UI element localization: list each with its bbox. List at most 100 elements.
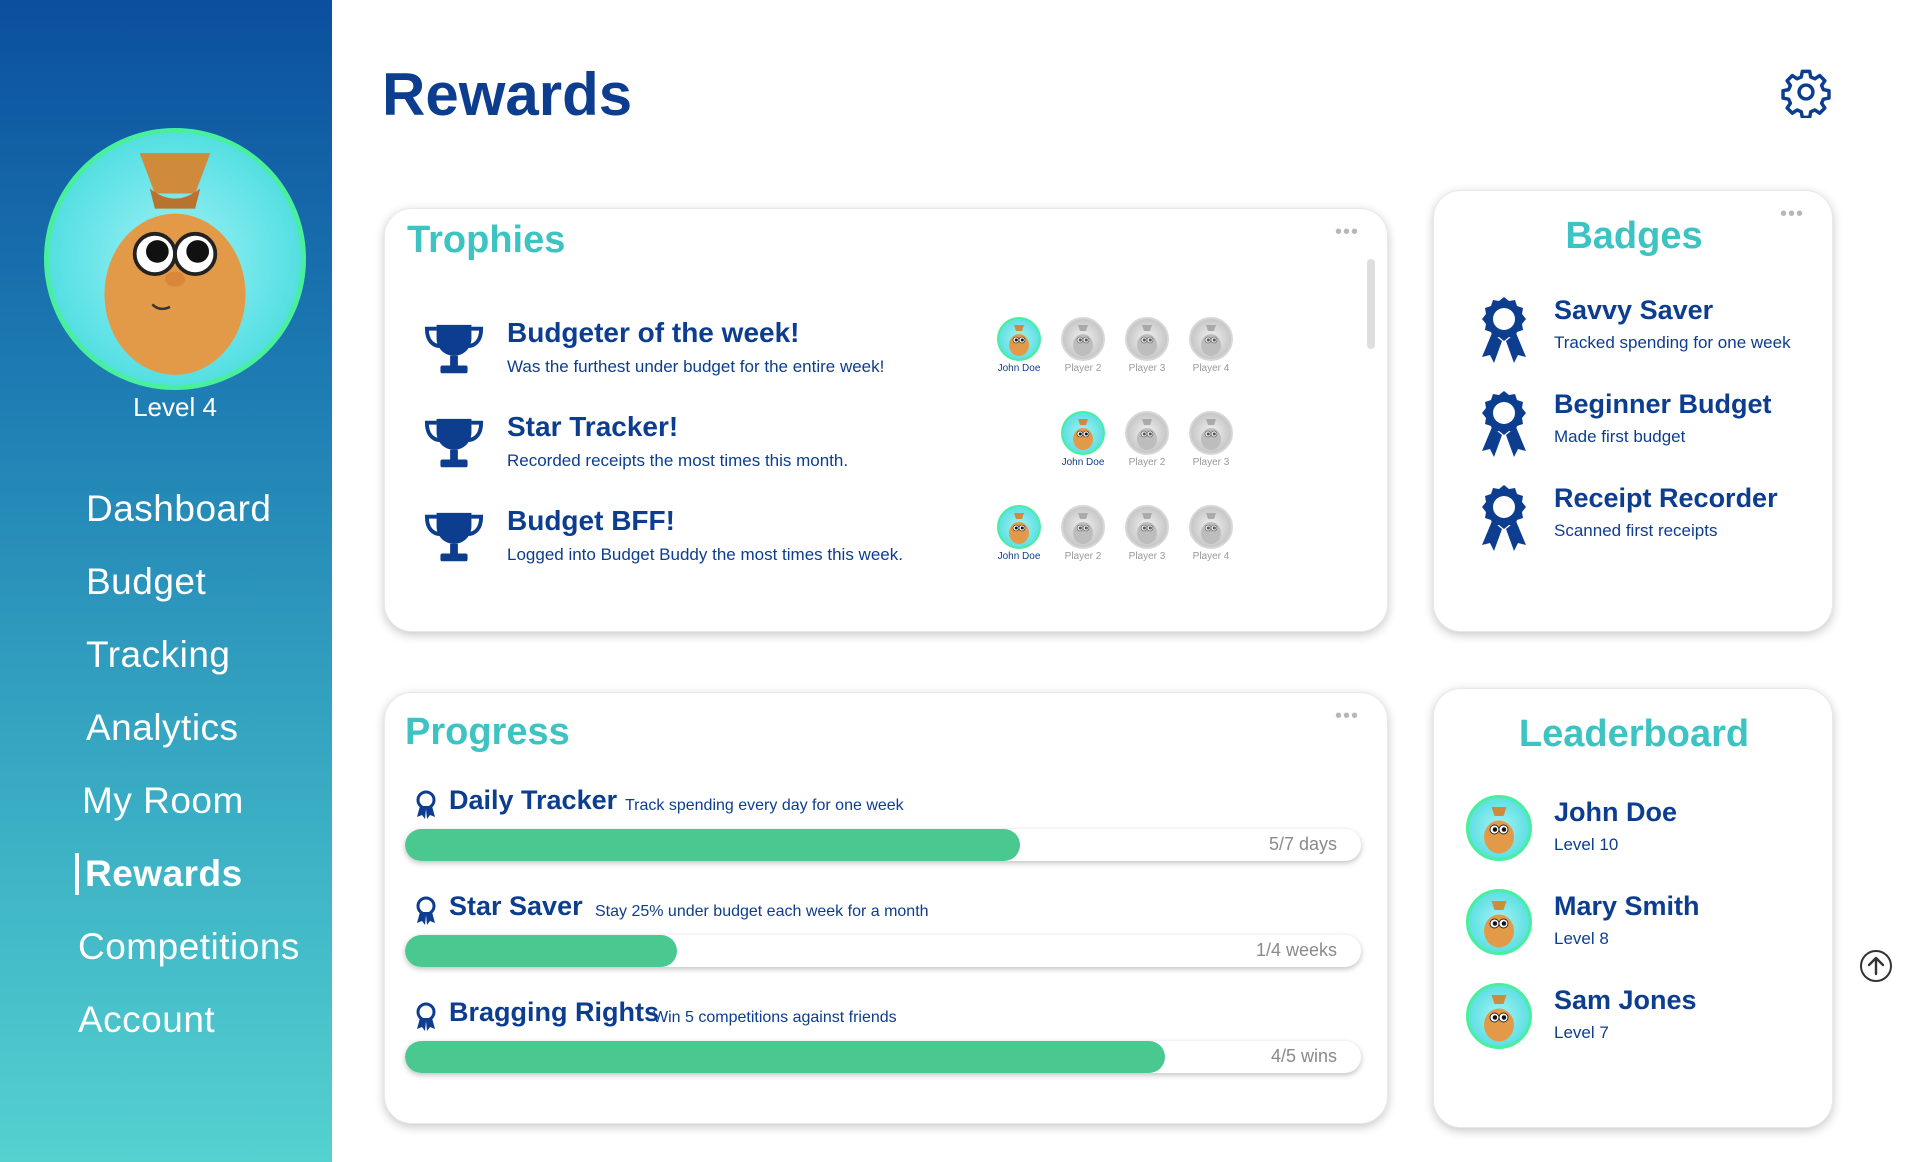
leaderboard-title: Leaderboard <box>1518 713 1750 755</box>
player-avatar[interactable]: Player 4 <box>1189 317 1233 374</box>
ribbon-icon <box>416 896 436 925</box>
mascot-icon <box>1484 807 1514 854</box>
nav-item-dashboard[interactable]: Dashboard <box>86 488 272 530</box>
badge-name: Receipt Recorder <box>1554 483 1778 513</box>
nav-item-tracking[interactable]: Tracking <box>86 634 231 676</box>
nav-item-competitions[interactable]: Competitions <box>78 926 300 968</box>
nav-item-account[interactable]: Account <box>78 999 215 1041</box>
mascot-icon <box>1073 419 1093 450</box>
trophy-name: Budget BFF! <box>507 505 675 536</box>
player-avatar[interactable]: Player 3 <box>1189 411 1233 468</box>
mascot-icon <box>1009 325 1029 356</box>
player-avatar[interactable]: John Doe <box>1061 411 1105 468</box>
progress-bar-fill <box>405 829 1020 861</box>
progress-bar: 4/5 wins <box>405 1041 1361 1073</box>
badge-description: Made first budget <box>1554 427 1686 446</box>
leaderboard-row[interactable]: Sam Jones Level 7 <box>1466 983 1806 1053</box>
ribbon-badge-icon <box>1482 485 1526 551</box>
progress-bar-fill <box>405 1041 1166 1073</box>
trophy-name: Star Tracker! <box>507 411 679 442</box>
player-name: Player 3 <box>1128 551 1166 562</box>
nav-item-my-room[interactable]: My Room <box>82 780 244 822</box>
avatar <box>1466 983 1532 1049</box>
progress-name: Bragging Rights <box>449 997 659 1027</box>
leaderboard-name: Mary Smith <box>1554 891 1700 921</box>
player-name: Player 4 <box>1192 551 1230 562</box>
trophies-title: Trophies <box>407 219 566 261</box>
money-bag-mascot-icon <box>104 153 246 375</box>
badges-card: ••• Badges Savvy Saver Tracked spending … <box>1433 190 1833 632</box>
player-avatar[interactable]: Player 2 <box>1125 411 1169 468</box>
page-title: Rewards <box>382 61 633 128</box>
trophy-icon <box>424 418 484 468</box>
progress-row: Daily Tracker Track spending every day f… <box>405 785 1365 869</box>
player-name: Player 2 <box>1128 457 1166 468</box>
scroll-to-top-button[interactable] <box>1859 949 1893 983</box>
settings-button[interactable] <box>1780 66 1832 120</box>
ribbon-icon <box>416 1002 436 1031</box>
mascot-icon <box>1201 419 1221 450</box>
trophies-scrollbar[interactable] <box>1367 259 1375 349</box>
nav-item-rewards[interactable]: Rewards <box>75 853 243 895</box>
nav-item-budget[interactable]: Budget <box>86 561 206 603</box>
trophy-row: Budgeter of the week! Was the furthest u… <box>423 317 1303 397</box>
progress-card: ••• Progress Daily Tracker Track spendin… <box>384 692 1388 1124</box>
player-name: Player 4 <box>1192 363 1230 374</box>
leaderboard-row[interactable]: John Doe Level 10 <box>1466 795 1806 865</box>
badge-row: Beginner Budget Made first budget <box>1476 389 1816 463</box>
mascot-icon <box>1484 995 1514 1042</box>
progress-description: Track spending every day for one week <box>625 797 904 814</box>
trophy-players: John Doe Player 2 Player 3 Player 4 <box>997 317 1233 374</box>
leaderboard-level: Level 7 <box>1554 1023 1609 1042</box>
mascot-icon <box>1137 513 1157 544</box>
leaderboard-row[interactable]: Mary Smith Level 8 <box>1466 889 1806 959</box>
player-avatar[interactable]: Player 2 <box>1061 505 1105 562</box>
trophy-name: Budgeter of the week! <box>507 317 800 348</box>
progress-bar: 1/4 weeks <box>405 935 1361 967</box>
trophy-description: Was the furthest under budget for the en… <box>507 357 885 376</box>
player-avatar[interactable]: Player 4 <box>1189 505 1233 562</box>
ribbon-badge-icon <box>1482 297 1526 363</box>
badge-description: Tracked spending for one week <box>1554 333 1791 352</box>
avatar[interactable] <box>44 128 306 390</box>
mascot-icon <box>1201 325 1221 356</box>
arrow-up-circle-icon <box>1860 950 1892 982</box>
progress-row: Star Saver Stay 25% under budget each we… <box>405 891 1365 975</box>
badge-row: Receipt Recorder Scanned first receipts <box>1476 483 1816 557</box>
player-avatar[interactable]: John Doe <box>997 505 1041 562</box>
trophy-players: John Doe Player 2 Player 3 Player 4 <box>997 505 1233 562</box>
nav-item-analytics[interactable]: Analytics <box>86 707 239 749</box>
player-avatar[interactable]: Player 2 <box>1061 317 1105 374</box>
player-name: John Doe <box>997 551 1041 562</box>
progress-bar: 5/7 days <box>405 829 1361 861</box>
leaderboard-name: John Doe <box>1554 797 1678 827</box>
player-avatar[interactable]: John Doe <box>997 317 1041 374</box>
trophy-icon <box>424 324 484 374</box>
progress-bar-label: 4/5 wins <box>1270 1046 1337 1066</box>
trophy-players: John Doe Player 2 Player 3 <box>1061 411 1233 468</box>
trophies-menu-button[interactable]: ••• <box>1335 222 1359 242</box>
player-avatar[interactable]: Player 3 <box>1125 505 1169 562</box>
player-avatar[interactable]: Player 3 <box>1125 317 1169 374</box>
player-name: Player 2 <box>1064 551 1102 562</box>
mascot-icon <box>1073 513 1093 544</box>
user-level: Level 4 <box>133 392 217 422</box>
gear-icon <box>1781 69 1831 120</box>
avatar <box>1466 795 1532 861</box>
leaderboard-card: Leaderboard John Doe Level 10 Mary Smith… <box>1433 688 1833 1128</box>
progress-name: Daily Tracker <box>449 785 618 815</box>
player-name: John Doe <box>1061 457 1105 468</box>
player-name: Player 3 <box>1128 363 1166 374</box>
sidebar: Level 4 Dashboard Budget Tracking Analyt… <box>0 0 332 1162</box>
badge-description: Scanned first receipts <box>1554 521 1718 540</box>
progress-menu-button[interactable]: ••• <box>1335 706 1359 726</box>
mascot-icon <box>1201 513 1221 544</box>
badge-row: Savvy Saver Tracked spending for one wee… <box>1476 295 1816 369</box>
trophy-icon <box>424 512 484 562</box>
badge-name: Savvy Saver <box>1554 295 1714 325</box>
leaderboard-level: Level 8 <box>1554 929 1609 948</box>
mascot-icon <box>1137 419 1157 450</box>
player-name: John Doe <box>997 363 1041 374</box>
leaderboard-level: Level 10 <box>1554 835 1619 854</box>
trophies-card: ••• Trophies Budgeter of the week! Was t… <box>384 208 1388 632</box>
